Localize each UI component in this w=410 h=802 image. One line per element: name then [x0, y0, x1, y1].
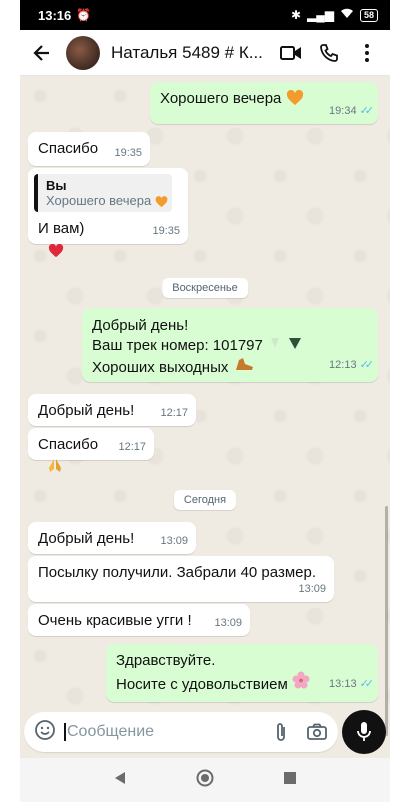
- camera-icon[interactable]: [306, 721, 328, 743]
- message-outgoing[interactable]: Добрый день! Ваш трек номер: 101797 Хоро…: [82, 308, 378, 382]
- message-time: 19:35: [152, 225, 180, 237]
- orange-heart-icon: [155, 196, 168, 211]
- message-text: Спасибо: [38, 436, 99, 453]
- message-outgoing[interactable]: Здравствуйте. Носите с удовольствием 13:…: [106, 644, 378, 702]
- message-text: Добрый день!: [38, 530, 135, 547]
- video-call-icon[interactable]: [280, 42, 302, 64]
- chat-header: Наталья 5489 # К...: [20, 30, 390, 76]
- read-ticks-icon: ✓✓: [359, 678, 375, 690]
- phone-screen: 13:16 ⏰ ✱ ▂▄▆ 58 Наталья 5489 # К... Хор…: [20, 0, 390, 802]
- avatar[interactable]: [66, 35, 100, 70]
- message-line: Хороших выходных: [92, 359, 229, 376]
- green-triangle-icon: [267, 337, 307, 354]
- contact-name[interactable]: Наталья 5489 # К...: [111, 43, 269, 63]
- status-bar: 13:16 ⏰ ✱ ▂▄▆ 58: [20, 0, 390, 30]
- message-incoming[interactable]: Спасибо 12:17: [28, 428, 154, 460]
- wifi-icon: [340, 8, 354, 22]
- message-text: Посылку получили. Забрали 40 размер.: [38, 564, 316, 581]
- message-line: Носите с удовольствием: [116, 676, 288, 693]
- quote-text: Хорошего вечера: [46, 193, 152, 208]
- nav-back-icon[interactable]: [114, 771, 126, 790]
- message-time: 13:09: [298, 583, 326, 595]
- chat-area[interactable]: Хорошего вечера 19:34 ✓✓ Спасибо 19:35 Вы…: [20, 76, 390, 736]
- bluetooth-icon: ✱: [290, 8, 302, 22]
- message-time: 19:35: [114, 147, 142, 159]
- date-separator: Воскресенье: [162, 278, 248, 298]
- microphone-icon: [357, 722, 371, 741]
- message-time: 13:09: [214, 617, 242, 629]
- back-arrow-icon[interactable]: [28, 39, 56, 67]
- message-time: 13:09: [160, 535, 188, 547]
- more-options-icon[interactable]: [356, 42, 378, 64]
- chat-scrollbar[interactable]: [385, 506, 388, 736]
- message-outgoing[interactable]: Хорошего вечера 19:34 ✓✓: [150, 82, 378, 124]
- read-ticks-icon: ✓✓: [359, 359, 375, 371]
- message-incoming-reply[interactable]: Вы Хорошего вечера И вам) 19:35: [28, 168, 188, 244]
- nav-recents-icon[interactable]: [284, 771, 296, 789]
- microphone-button[interactable]: [342, 710, 386, 754]
- date-separator: Сегодня: [173, 490, 237, 510]
- message-incoming[interactable]: Спасибо 19:35: [28, 132, 150, 166]
- quote-author: Вы: [46, 178, 67, 193]
- phone-call-icon[interactable]: [318, 42, 340, 64]
- nav-home-icon[interactable]: [196, 769, 214, 792]
- status-time: 13:16: [38, 7, 72, 23]
- message-incoming[interactable]: Посылку получили. Забрали 40 размер. 13:…: [28, 556, 334, 602]
- message-text: Добрый день!: [38, 402, 135, 419]
- message-time: 12:17: [118, 441, 146, 453]
- boot-emoji-icon: [233, 358, 255, 376]
- message-line: Здравствуйте.: [116, 652, 216, 669]
- message-time: 19:34: [329, 104, 357, 117]
- red-heart-reaction-icon[interactable]: [48, 243, 64, 262]
- battery-indicator: 58: [359, 8, 378, 22]
- message-incoming[interactable]: Добрый день! 12:17: [28, 394, 196, 426]
- message-input[interactable]: Сообщение: [64, 723, 256, 741]
- message-time: 13:13: [329, 678, 357, 690]
- message-text: Очень красивые угги !: [38, 612, 192, 629]
- message-time: 12:13: [329, 359, 357, 371]
- system-navigation-bar: [20, 758, 390, 802]
- message-composer[interactable]: Сообщение: [24, 712, 338, 752]
- read-ticks-icon: ✓✓: [359, 105, 375, 117]
- cherry-blossom-icon: [292, 671, 310, 693]
- alarm-icon: ⏰: [76, 8, 92, 22]
- message-line: Добрый день!: [92, 317, 189, 334]
- attach-icon[interactable]: [270, 721, 292, 743]
- message-incoming[interactable]: Очень красивые угги ! 13:09: [28, 604, 250, 636]
- message-text: И вам): [38, 220, 85, 237]
- sticker-icon[interactable]: [34, 719, 56, 746]
- signal-icon: ▂▄▆: [307, 8, 334, 22]
- quoted-message[interactable]: Вы Хорошего вечера: [34, 174, 172, 212]
- message-text: Хорошего вечера: [160, 90, 282, 107]
- message-text: Спасибо: [38, 140, 99, 157]
- orange-heart-icon: [286, 89, 304, 110]
- message-line: Ваш трек номер: 101797: [92, 337, 263, 354]
- message-incoming[interactable]: Добрый день! 13:09: [28, 522, 196, 554]
- folded-hands-reaction-icon[interactable]: [48, 458, 62, 478]
- message-time: 12:17: [160, 407, 188, 419]
